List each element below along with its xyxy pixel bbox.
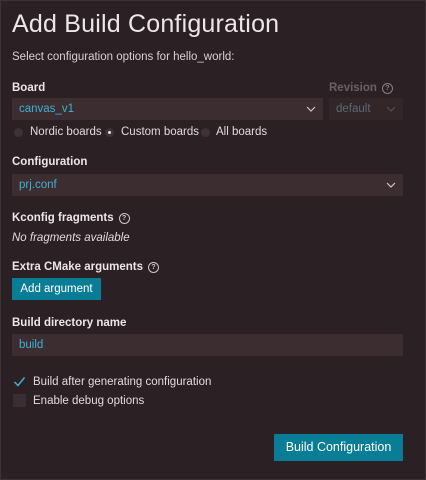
configuration-label: Configuration xyxy=(12,156,87,168)
chevron-down-icon xyxy=(306,98,316,120)
board-select-value: canvas_v1 xyxy=(19,103,74,115)
revision-select[interactable]: default xyxy=(329,98,403,120)
chevron-down-icon xyxy=(386,98,396,120)
build-configuration-button[interactable]: Build Configuration xyxy=(274,434,403,461)
revision-select-value: default xyxy=(336,103,371,115)
checkmark-icon xyxy=(13,375,26,388)
debug-options-label[interactable]: Enable debug options xyxy=(33,395,144,407)
chevron-down-icon xyxy=(386,174,396,196)
kconfig-help-icon[interactable]: ? xyxy=(119,213,130,224)
board-select[interactable]: canvas_v1 xyxy=(12,98,323,120)
cmake-label: Extra CMake arguments xyxy=(12,261,143,273)
kconfig-empty-text: No fragments available xyxy=(12,232,130,244)
dialog-subtitle: Select configuration options for hello_w… xyxy=(12,51,234,63)
cmake-label-wrap: Extra CMake arguments? xyxy=(12,261,159,273)
revision-label: Revision xyxy=(329,82,377,94)
build-after-checkbox[interactable] xyxy=(13,375,26,388)
cmake-help-icon[interactable]: ? xyxy=(148,262,159,273)
build-after-label[interactable]: Build after generating configuration xyxy=(33,376,211,388)
debug-options-checkbox[interactable] xyxy=(13,394,26,407)
board-label: Board xyxy=(12,82,45,94)
kconfig-label: Kconfig fragments xyxy=(12,212,114,224)
radio-custom-boards[interactable] xyxy=(105,128,114,137)
configuration-select[interactable]: prj.conf xyxy=(12,174,403,196)
radio-nordic-boards[interactable] xyxy=(14,128,23,137)
dialog-title: Add Build Configuration xyxy=(12,10,279,39)
radio-label-custom[interactable]: Custom boards xyxy=(121,126,199,138)
radio-label-all[interactable]: All boards xyxy=(216,126,267,138)
build-dir-input[interactable]: build xyxy=(12,334,403,356)
configuration-select-value: prj.conf xyxy=(19,179,57,191)
build-dir-label: Build directory name xyxy=(12,317,126,329)
kconfig-label-wrap: Kconfig fragments? xyxy=(12,212,130,224)
radio-all-boards[interactable] xyxy=(201,128,210,137)
add-argument-button[interactable]: Add argument xyxy=(12,278,101,300)
radio-label-nordic[interactable]: Nordic boards xyxy=(30,126,102,138)
revision-help-icon[interactable]: ? xyxy=(382,83,393,94)
revision-label-wrap: Revision? xyxy=(329,82,393,94)
